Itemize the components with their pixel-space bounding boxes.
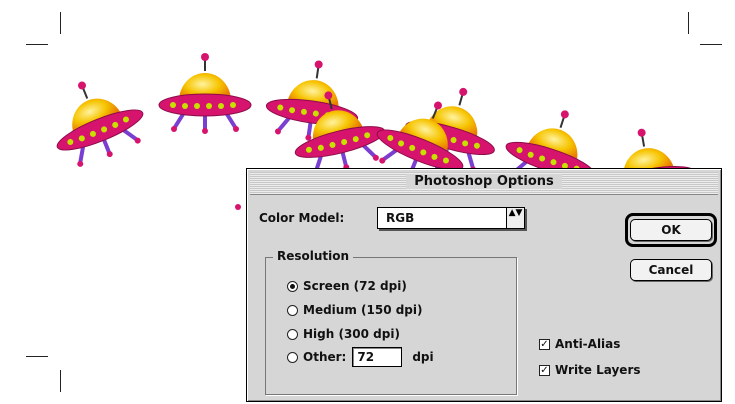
radio-button-icon[interactable]	[287, 304, 298, 316]
resolution-group	[265, 257, 517, 395]
radio-button-icon[interactable]	[287, 328, 298, 340]
radio-other[interactable]: Other: 72 dpi	[287, 347, 434, 367]
anti-alias-label: Anti-Alias	[555, 337, 621, 351]
popup-arrows-icon: ▲▼	[506, 208, 524, 228]
color-model-value: RGB	[386, 211, 415, 225]
radio-medium[interactable]: Medium (150 dpi)	[287, 303, 423, 317]
anti-alias-checkbox[interactable]: ✓	[539, 338, 550, 350]
dpi-unit-label: dpi	[412, 350, 434, 364]
write-layers-checkbox-row[interactable]: ✓ Write Layers	[539, 363, 641, 377]
radio-screen-label: Screen (72 dpi)	[303, 279, 407, 293]
color-model-label: Color Model:	[259, 211, 345, 225]
color-model-popup[interactable]: RGB ▲▼	[377, 207, 525, 229]
write-layers-label: Write Layers	[555, 363, 641, 377]
radio-high-label: High (300 dpi)	[303, 327, 400, 341]
dialog-title: Photoshop Options	[406, 174, 562, 189]
radio-medium-label: Medium (150 dpi)	[303, 303, 423, 317]
dialog-title-bar[interactable]: Photoshop Options	[250, 172, 718, 195]
radio-screen[interactable]: Screen (72 dpi)	[287, 279, 407, 293]
other-dpi-input[interactable]: 72	[352, 347, 403, 367]
radio-button-icon[interactable]	[287, 351, 298, 363]
photoshop-options-dialog: Photoshop Options Color Model: RGB ▲▼ Re…	[246, 168, 722, 402]
ok-button[interactable]: OK	[630, 219, 712, 241]
write-layers-checkbox[interactable]: ✓	[539, 364, 550, 376]
resolution-group-label: Resolution	[273, 249, 354, 263]
cancel-button[interactable]: Cancel	[630, 259, 712, 281]
radio-high[interactable]: High (300 dpi)	[287, 327, 400, 341]
radio-other-label: Other:	[303, 350, 347, 364]
radio-button-icon[interactable]	[287, 280, 298, 292]
anti-alias-checkbox-row[interactable]: ✓ Anti-Alias	[539, 337, 620, 351]
